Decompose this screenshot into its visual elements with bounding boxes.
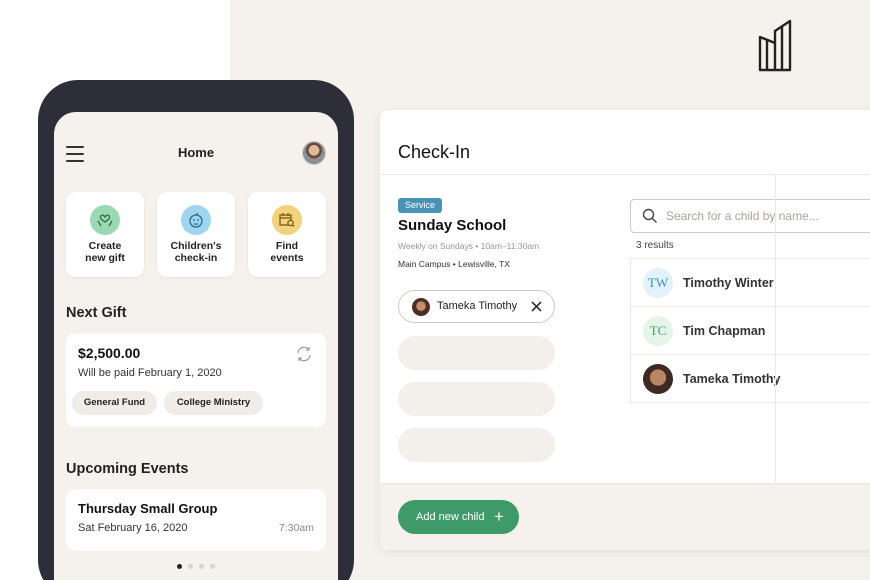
close-icon[interactable] — [530, 300, 543, 313]
carousel-dots — [54, 564, 338, 569]
photo-avatar — [643, 364, 673, 394]
panel-footer: Add new child + — [380, 484, 870, 550]
results-list: TW Timothy Winter TC Tim Chapman Tameka … — [630, 258, 870, 403]
initials-avatar: TW — [643, 268, 673, 298]
create-gift-tile[interactable]: Create new gift — [66, 192, 144, 277]
add-button-label: Add new child — [416, 511, 485, 523]
service-badge: Service — [398, 198, 443, 213]
empty-slot — [398, 382, 555, 416]
child-avatar — [412, 298, 430, 316]
selected-child-chip[interactable]: Tameka Timothy — [398, 290, 555, 323]
child-search[interactable] — [630, 199, 870, 233]
event-time: 7:30am — [278, 522, 314, 534]
child-name: Timothy Winter — [683, 276, 774, 290]
event-card[interactable]: Thursday Small Group Sat February 16, 20… — [66, 489, 326, 551]
child-name: Tameka Timothy — [683, 372, 781, 386]
next-gift-card[interactable]: $2,500.00 Will be paid February 1, 2020 … — [66, 333, 326, 427]
find-events-tile[interactable]: Find events — [248, 192, 326, 277]
child-face-icon — [181, 205, 211, 235]
page-title: Home — [177, 145, 215, 160]
carousel-dot[interactable] — [210, 564, 215, 569]
result-row[interactable]: TC Tim Chapman — [630, 307, 870, 355]
child-name: Tim Chapman — [683, 324, 766, 338]
result-row[interactable]: Tameka Timothy — [630, 355, 870, 403]
event-title: Thursday Small Group — [78, 501, 218, 516]
gift-schedule: Will be paid February 1, 2020 — [78, 367, 222, 379]
phone-mockup: Home Create new gift Children's check-in — [38, 80, 354, 580]
panel-title: Check-In — [398, 142, 471, 162]
gift-amount: $2,500.00 — [78, 345, 141, 361]
quick-actions: Create new gift Children's check-in Find… — [66, 192, 326, 278]
service-location: Main Campus • Lewisville, TX — [398, 259, 510, 269]
phone-screen: Home Create new gift Children's check-in — [54, 112, 338, 580]
upcoming-events-heading: Upcoming Events — [66, 461, 189, 477]
carousel-dot[interactable] — [188, 564, 193, 569]
search-input[interactable] — [666, 206, 866, 226]
checkin-panel: Check-In Service Sunday School Weekly on… — [380, 110, 870, 550]
empty-slot — [398, 428, 555, 462]
calendar-search-icon — [272, 205, 302, 235]
event-date: Sat February 16, 2020 — [78, 522, 188, 534]
avatar[interactable] — [302, 141, 326, 165]
empty-slot — [398, 336, 555, 370]
divider — [380, 174, 870, 175]
carousel-dot[interactable] — [199, 564, 204, 569]
add-new-child-button[interactable]: Add new child + — [398, 500, 519, 534]
plus-icon: + — [494, 507, 504, 526]
recurring-icon — [297, 346, 311, 362]
selected-child-name: Tameka Timothy — [437, 300, 518, 312]
tile-label: Create new gift — [85, 240, 125, 264]
app-header: Home — [54, 112, 338, 192]
tile-label: Children's check-in — [170, 240, 222, 264]
result-row[interactable]: TW Timothy Winter — [630, 259, 870, 307]
carousel-dot[interactable] — [177, 564, 182, 569]
gift-hands-icon — [90, 205, 120, 235]
search-icon — [642, 208, 657, 223]
fund-chip: College Ministry — [164, 391, 263, 415]
fund-chip: General Fund — [72, 391, 157, 415]
brand-logo-icon — [758, 19, 792, 72]
results-count: 3 results — [636, 240, 674, 251]
initials-avatar: TC — [643, 316, 673, 346]
tile-label: Find events — [270, 240, 304, 264]
childrens-checkin-tile[interactable]: Children's check-in — [157, 192, 235, 277]
service-schedule: Weekly on Sundays • 10am–11:30am — [398, 241, 540, 251]
service-name: Sunday School — [398, 217, 507, 234]
next-gift-heading: Next Gift — [66, 305, 127, 321]
column-divider — [775, 175, 776, 483]
